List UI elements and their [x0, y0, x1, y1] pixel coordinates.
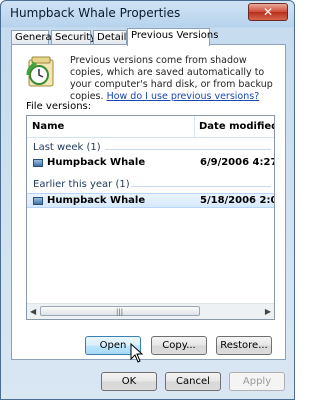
- window-title: Humpback Whale Properties: [10, 6, 181, 20]
- file-icon: [33, 197, 43, 205]
- tab-label: Security: [55, 32, 97, 43]
- list-header: Name Date modified: [27, 116, 274, 138]
- scroll-thumb[interactable]: |||: [40, 306, 200, 316]
- item-name: Humpback Whale: [47, 157, 146, 168]
- item-date: 5/18/2006 2:07 PM: [200, 195, 274, 206]
- description-text: Previous versions come from shadow copie…: [70, 55, 280, 103]
- tab-label: General: [15, 32, 55, 43]
- group-divider: [131, 186, 271, 187]
- ok-button[interactable]: OK: [101, 372, 157, 391]
- scroll-left-icon[interactable]: ◀: [30, 307, 36, 316]
- cancel-button[interactable]: Cancel: [165, 372, 221, 391]
- scroll-grip-icon: |||: [116, 308, 124, 316]
- group-header[interactable]: Last week (1): [33, 142, 101, 153]
- file-icon: [33, 159, 43, 167]
- copy-button[interactable]: Copy...: [151, 336, 207, 355]
- close-button[interactable]: ✕: [248, 3, 288, 21]
- list-item-selected[interactable]: Humpback Whale 5/18/2006 2:07 PM: [27, 193, 274, 208]
- history-icon: [26, 56, 54, 87]
- tab-details[interactable]: Details: [93, 30, 132, 45]
- tab-previous-versions[interactable]: Previous Versions: [127, 28, 218, 46]
- column-header-name[interactable]: Name: [32, 121, 64, 132]
- help-link[interactable]: How do I use previous versions?: [107, 91, 260, 102]
- mouse-pointer-icon: [130, 343, 144, 363]
- tab-security[interactable]: Security: [51, 30, 96, 45]
- list-item[interactable]: Humpback Whale 6/9/2006 4:27 PM: [27, 156, 275, 171]
- close-icon: ✕: [262, 5, 274, 19]
- item-date: 6/9/2006 4:27 PM: [200, 157, 275, 168]
- column-header-date-modified[interactable]: Date modified: [199, 121, 274, 132]
- tab-general[interactable]: General: [11, 30, 54, 45]
- horizontal-scrollbar[interactable]: ◀ ||| ▶: [27, 303, 274, 319]
- properties-window: Humpback Whale Properties ✕ General Secu…: [0, 0, 295, 400]
- file-versions-label: File versions:: [26, 101, 92, 112]
- tab-label: Previous Versions: [131, 30, 219, 41]
- apply-button[interactable]: Apply: [229, 372, 285, 391]
- title-bar[interactable]: Humpback Whale Properties ✕: [1, 1, 294, 27]
- restore-button[interactable]: Restore...: [216, 336, 272, 355]
- scroll-right-icon[interactable]: ▶: [265, 307, 271, 316]
- group-header[interactable]: Earlier this year (1): [33, 179, 130, 190]
- item-name: Humpback Whale: [47, 195, 146, 206]
- column-separator[interactable]: [194, 116, 195, 138]
- file-versions-list[interactable]: Name Date modified Last week (1) Humpbac…: [26, 115, 275, 320]
- group-divider: [105, 149, 271, 150]
- previous-versions-panel: Previous versions come from shadow copie…: [11, 44, 286, 360]
